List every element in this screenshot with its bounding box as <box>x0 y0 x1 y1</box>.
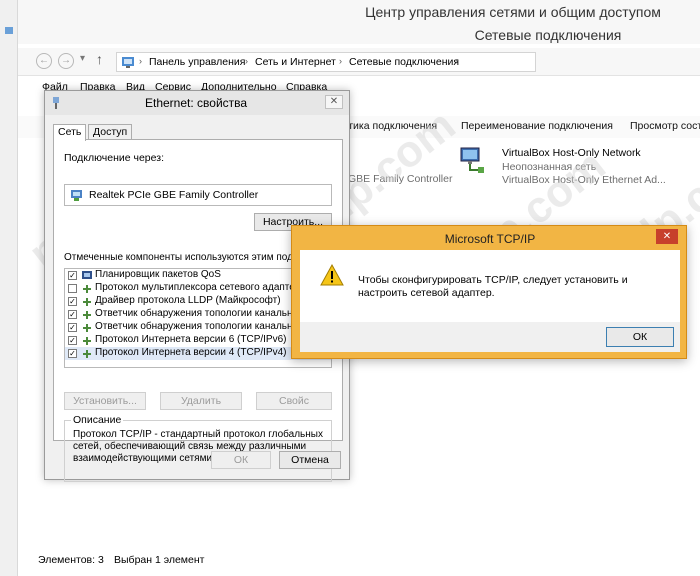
install-button[interactable]: Установить... <box>64 392 146 410</box>
address-bar[interactable]: › Панель управления › Сеть и Интернет › … <box>116 52 536 72</box>
adapter-field: Realtek PCIe GBE Family Controller <box>64 184 332 206</box>
protocol-icon <box>83 350 91 358</box>
message-text: Чтобы сконфигурировать TCP/IP, следует у… <box>358 274 628 299</box>
breadcrumb-separator-icon: › <box>455 56 458 66</box>
up-arrow-icon[interactable]: ↑ <box>96 51 103 67</box>
status-bar: Элементов: 3 Выбран 1 элемент <box>18 550 700 572</box>
tcpip-message-box: Microsoft TCP/IP ✕ Чтобы сконфигурироват… <box>291 225 687 359</box>
network-adapter-icon[interactable] <box>458 144 486 176</box>
breadcrumb-separator-icon: › <box>139 56 142 66</box>
selected-count: Выбран 1 элемент <box>114 554 205 566</box>
control-panel-icon <box>122 57 134 68</box>
network-plug-icon <box>53 97 59 109</box>
rename-connection-button[interactable]: Переименование подключения <box>461 120 613 132</box>
breadcrumb-separator-icon: › <box>245 56 248 66</box>
back-icon[interactable]: ← <box>36 53 52 69</box>
protocol-icon <box>83 298 91 306</box>
navigation-bar: ← → ▾ ↑ › Панель управления › Сеть и Инт… <box>18 48 700 76</box>
checkbox[interactable]: ✓ <box>68 323 77 332</box>
checkbox[interactable]: ✓ <box>68 310 77 319</box>
breadcrumb-network-internet[interactable]: Сеть и Интернет <box>255 56 336 68</box>
virtualbox-adapter-device: VirtualBox Host-Only Ethernet Ad... <box>502 174 666 186</box>
breadcrumb-control-panel[interactable]: Панель управления <box>149 56 245 68</box>
virtualbox-adapter-status: Неопознанная сеть <box>502 161 597 173</box>
tab-sharing[interactable]: Доступ <box>88 124 133 140</box>
window-subtitle: Сетевые подключения <box>474 27 622 43</box>
ethernet-adapter-device: GBE Family Controller <box>348 173 453 185</box>
adapter-name: Realtek PCIe GBE Family Controller <box>89 189 259 201</box>
cancel-button[interactable]: Отмена <box>279 451 341 469</box>
protocol-icon <box>83 324 91 332</box>
breadcrumb-separator-icon: › <box>339 56 342 66</box>
remove-button[interactable]: Удалить <box>160 392 242 410</box>
close-icon[interactable]: ✕ <box>656 229 678 244</box>
dialog-title-bar: Ethernet: свойства ✕ <box>45 91 349 115</box>
ok-button[interactable]: ОК <box>211 451 271 469</box>
checkbox[interactable]: ✓ <box>68 297 77 306</box>
sub-title-bar: Сетевые подключения <box>18 24 700 44</box>
history-dropdown-icon[interactable]: ▾ <box>80 53 85 64</box>
message-body: Чтобы сконфигурировать TCP/IP, следует у… <box>300 250 680 352</box>
close-icon[interactable]: ✕ <box>325 95 343 109</box>
tab-network[interactable]: Сеть <box>53 124 87 141</box>
connect-via-label: Подключение через: <box>64 152 164 164</box>
items-count: Элементов: 3 <box>38 554 104 566</box>
virtualbox-adapter-name[interactable]: VirtualBox Host-Only Network <box>502 147 641 159</box>
warning-icon <box>320 264 344 286</box>
view-status-button[interactable]: Просмотр сост <box>630 120 700 132</box>
qos-scheduler-icon <box>82 271 92 279</box>
checkbox[interactable]: ✓ <box>68 336 77 345</box>
window-title: Центр управления сетями и общим доступом <box>365 4 661 20</box>
network-card-icon <box>71 190 82 201</box>
message-footer: ОК <box>300 322 680 352</box>
dialog-title: Ethernet: свойства <box>145 96 248 110</box>
breadcrumb-network-connections[interactable]: Сетевые подключения <box>349 56 459 68</box>
protocol-icon <box>83 311 91 319</box>
properties-button[interactable]: Свойс <box>256 392 332 410</box>
description-label: Описание <box>71 414 124 426</box>
diagnose-connection-button[interactable]: стика подключения <box>343 120 437 132</box>
small-window-icon <box>5 27 13 34</box>
checkbox[interactable]: ✓ <box>68 349 77 358</box>
checkbox[interactable] <box>68 284 77 293</box>
checkbox[interactable]: ✓ <box>68 271 77 280</box>
forward-icon[interactable]: → <box>58 53 74 69</box>
protocol-icon <box>83 285 91 293</box>
protocol-icon <box>83 337 91 345</box>
ok-button[interactable]: ОК <box>606 327 674 347</box>
message-box-title: Microsoft TCP/IP <box>444 232 536 246</box>
left-window-strip <box>0 0 18 576</box>
